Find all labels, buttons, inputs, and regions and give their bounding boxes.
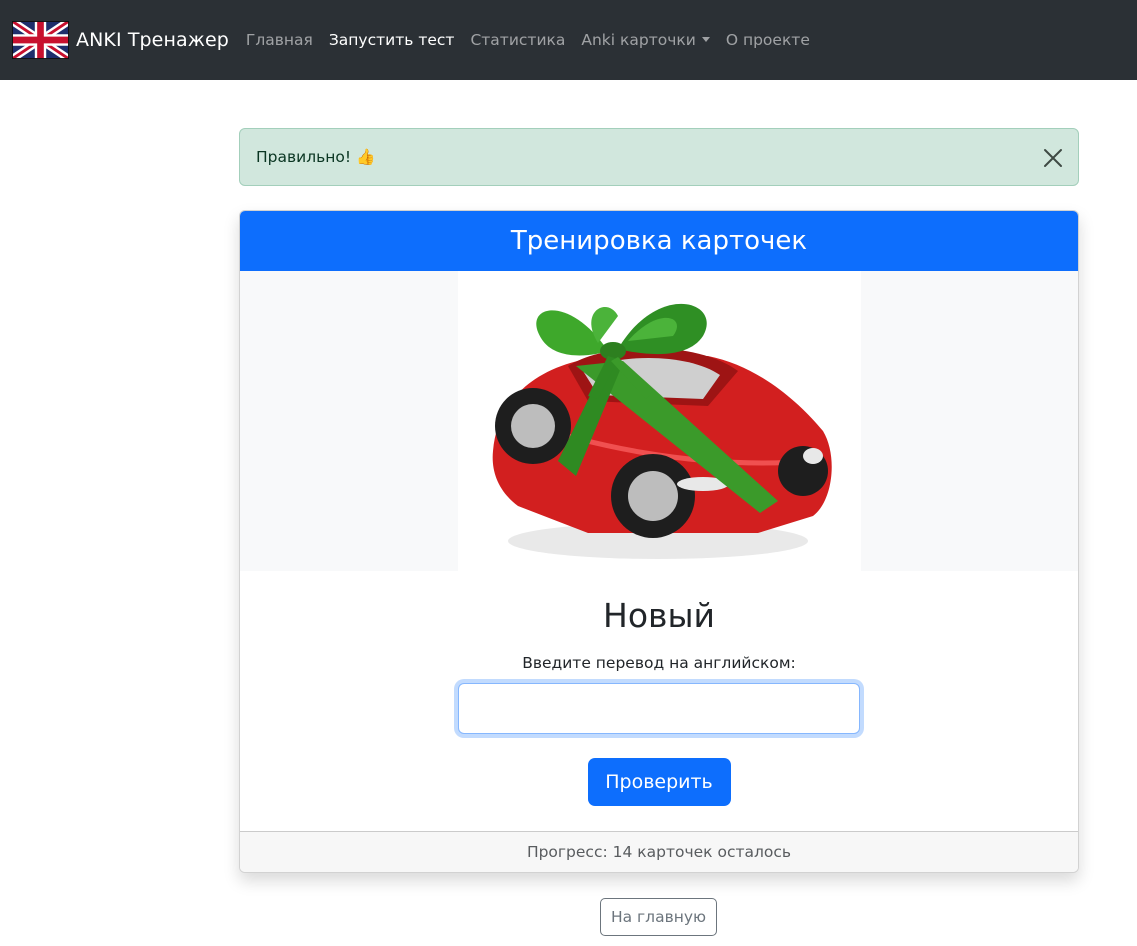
translation-input[interactable]	[458, 683, 860, 734]
brand-title: ANKI Тренажер	[76, 29, 229, 51]
nav-menu: Главная Запустить тест Статистика Anki к…	[246, 31, 826, 49]
nav-dropdown-label: Anki карточки	[581, 31, 696, 49]
top-navbar: ANKI Тренажер Главная Запустить тест Ста…	[0, 0, 1137, 80]
card-header: Тренировка карточек	[240, 211, 1078, 271]
nav-link-about[interactable]: О проекте	[726, 31, 810, 49]
back-home-button[interactable]: На главную	[600, 898, 717, 936]
caret-down-icon	[701, 37, 710, 42]
card-word: Новый	[603, 596, 715, 635]
uk-flag-icon	[12, 21, 69, 59]
check-button[interactable]: Проверить	[587, 758, 731, 806]
nav-link-start-test[interactable]: Запустить тест	[329, 31, 455, 49]
brand-link[interactable]: ANKI Тренажер	[12, 21, 229, 59]
nav-link-home[interactable]: Главная	[246, 31, 313, 49]
nav-link-statistics[interactable]: Статистика	[470, 31, 565, 49]
success-alert: Правильно! 👍	[239, 128, 1079, 186]
red-car-with-green-bow-image	[457, 271, 861, 571]
close-icon[interactable]	[1042, 147, 1064, 169]
alert-text: Правильно! 👍	[256, 148, 376, 166]
input-prompt-label: Введите перевод на английском:	[522, 654, 796, 672]
nav-dropdown-anki-cards[interactable]: Anki карточки	[581, 31, 710, 49]
flashcard: Тренировка карточек Новый Введите перево…	[239, 210, 1079, 873]
progress-footer: Прогресс: 14 карточек осталось	[240, 831, 1078, 872]
card-image-area	[240, 271, 1078, 571]
